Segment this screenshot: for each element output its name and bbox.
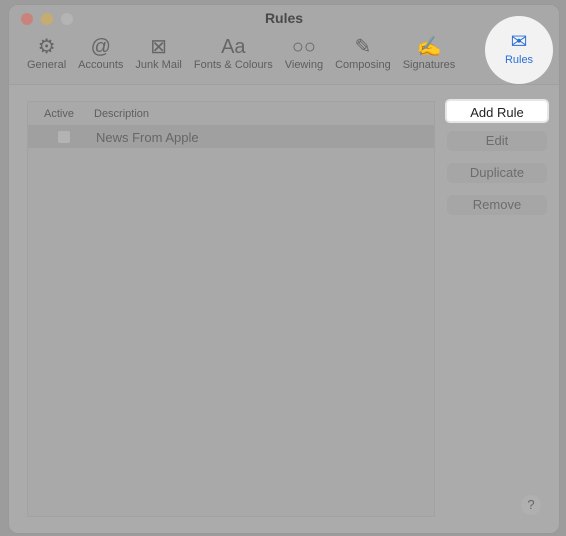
tab-fonts-colours[interactable]: Aa Fonts & Colours — [188, 35, 279, 71]
tab-signatures[interactable]: ✍ Signatures — [397, 35, 462, 71]
column-header-active[interactable]: Active — [44, 108, 94, 120]
rule-description: News From Apple — [96, 129, 199, 145]
tab-accounts[interactable]: @ Accounts — [72, 35, 129, 71]
tab-viewing[interactable]: ○○ Viewing — [279, 35, 329, 71]
toolbar: Rules ⚙ General @ Accounts ⊠ Junk Mail Aa Fo… — [9, 5, 559, 85]
gear-icon: ⚙ — [37, 36, 56, 58]
glasses-icon: ○○ — [291, 36, 316, 58]
tab-general[interactable]: ⚙ General — [21, 35, 72, 71]
duplicate-button[interactable]: Duplicate — [447, 163, 547, 183]
tab-rules[interactable]: ✉ Rules — [485, 30, 553, 66]
at-icon: @ — [90, 36, 111, 58]
column-header-description[interactable]: Description — [94, 108, 149, 120]
compose-icon: ✎ — [354, 36, 372, 58]
envelope-rules-icon: ✉ — [510, 31, 528, 53]
help-button[interactable]: ? — [521, 495, 541, 515]
window-title: Rules — [264, 10, 304, 26]
rules-list: Active Description News From Apple — [27, 101, 435, 517]
edit-button[interactable]: Edit — [447, 131, 547, 151]
font-icon: Aa — [221, 36, 246, 58]
tab-composing[interactable]: ✎ Composing — [329, 35, 397, 71]
add-rule-button[interactable]: Add Rule — [445, 99, 549, 123]
remove-button[interactable]: Remove — [447, 195, 547, 215]
active-checkbox[interactable] — [58, 131, 70, 143]
table-row[interactable]: News From Apple — [28, 126, 434, 148]
junk-bin-icon: ⊠ — [150, 36, 167, 58]
rules-preferences-window: Rules ⚙ General @ Accounts ⊠ Junk Mail Aa Fo… — [8, 4, 560, 534]
signature-icon: ✍ — [416, 36, 442, 58]
tab-junk-mail[interactable]: ⊠ Junk Mail — [129, 35, 187, 71]
